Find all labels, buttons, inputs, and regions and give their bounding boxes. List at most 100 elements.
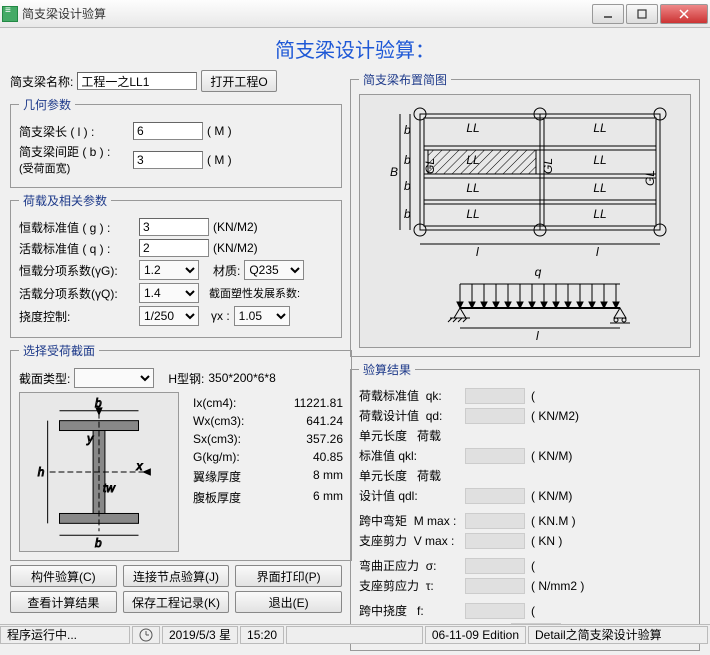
defl-select[interactable]: 1/250 xyxy=(139,306,199,326)
svg-text:l: l xyxy=(536,329,539,343)
svg-text:LL: LL xyxy=(593,181,606,195)
hsteel-label: H型钢: xyxy=(168,370,204,387)
qdl-value xyxy=(465,488,525,504)
tw-label: 腹板厚度 xyxy=(193,489,241,506)
qk-value xyxy=(465,388,525,404)
plastic-select[interactable]: 1.05 xyxy=(234,306,290,326)
beam-name-input[interactable] xyxy=(77,72,197,90)
svg-text:LL: LL xyxy=(593,121,606,135)
beam-layout-diagram: LL LL LL LL LL LL LL LL GL GL GL xyxy=(359,94,691,348)
status-detail: Detail之简支梁设计验算 xyxy=(528,626,708,644)
yq-label: 活载分项系数(γQ): xyxy=(19,285,135,302)
svg-text:LL: LL xyxy=(466,181,479,195)
qkl-value xyxy=(465,448,525,464)
window-title: 简支梁设计验算 xyxy=(22,5,590,22)
load-group: 荷载及相关参数 恒载标准值 ( g ) : (KN/M2) 活载标准值 ( q … xyxy=(10,192,342,338)
q-unit: (KN/M2) xyxy=(213,241,258,255)
svg-text:LL: LL xyxy=(466,153,479,167)
save-button[interactable]: 保存工程记录(K) xyxy=(123,591,230,613)
titlebar: 简支梁设计验算 xyxy=(0,0,710,28)
qd-value xyxy=(465,408,525,424)
beam-name-label: 简支梁名称: xyxy=(10,73,73,90)
layout-group: 简支梁布置简图 xyxy=(350,71,700,357)
result-group: 验算结果 荷载标准值 qk:( 荷载设计值 qd:( KN/M2) 单元长度 荷… xyxy=(350,361,700,651)
geometry-group: 几何参数 简支梁长 ( l ) : ( M ) 简支梁间距 ( b ) : (受… xyxy=(10,96,342,188)
yg-select[interactable]: 1.2 xyxy=(139,260,199,280)
status-edition: 06-11-09 Edition xyxy=(425,626,526,644)
statusbar: 程序运行中... 2019/5/3 星 15:20 06-11-09 Editi… xyxy=(0,624,710,644)
svg-text:b: b xyxy=(404,153,411,167)
wx-label: Wx(cm3): xyxy=(193,414,244,428)
plastic-label: 截面塑性发展系数: xyxy=(209,285,300,301)
geometry-legend: 几何参数 xyxy=(19,96,75,113)
section-group: 选择受荷截面 截面类型: H型钢: 350*200*6*8 xyxy=(10,342,352,561)
hsteel-value: 350*200*6*8 xyxy=(208,371,275,385)
spacing-label: 简支梁间距 ( b ) : xyxy=(19,145,110,159)
svg-text:tw: tw xyxy=(103,481,116,495)
section-diagram: b b h y x tw xyxy=(19,392,179,552)
q-input[interactable] xyxy=(139,239,209,257)
svg-text:l: l xyxy=(596,245,599,259)
svg-text:LL: LL xyxy=(593,207,606,221)
svg-text:b: b xyxy=(404,207,411,221)
print-button[interactable]: 界面打印(P) xyxy=(235,565,342,587)
maximize-button[interactable] xyxy=(626,4,658,24)
gm-label: G(kg/m): xyxy=(193,450,240,464)
load-legend: 荷载及相关参数 xyxy=(19,192,111,209)
gm-value: 40.85 xyxy=(313,450,343,464)
spacing-input[interactable] xyxy=(133,151,203,169)
status-date: 2019/5/3 星 xyxy=(162,626,238,644)
g-label: 恒载标准值 ( g ) : xyxy=(19,219,135,236)
result-legend: 验算结果 xyxy=(359,361,415,378)
q-label: 活载标准值 ( q ) : xyxy=(19,240,135,257)
svg-text:b: b xyxy=(95,536,102,550)
calc-member-button[interactable]: 构件验算(C) xyxy=(10,565,117,587)
tf-label: 翼缘厚度 xyxy=(193,468,241,485)
svg-text:GL: GL xyxy=(643,170,657,186)
svg-text:h: h xyxy=(38,465,45,479)
defl-value xyxy=(465,603,525,619)
svg-text:b: b xyxy=(404,179,411,193)
sigma-value xyxy=(465,558,525,574)
sx-value: 357.26 xyxy=(306,432,343,446)
mmax-value xyxy=(465,513,525,529)
yg-label: 恒载分项系数(γG): xyxy=(19,262,135,279)
tw-value: 6 xyxy=(313,489,320,503)
close-button[interactable] xyxy=(660,4,708,24)
material-select[interactable]: Q235 xyxy=(244,260,304,280)
sx-label: Sx(cm3): xyxy=(193,432,241,446)
svg-text:LL: LL xyxy=(466,121,479,135)
status-time: 15:20 xyxy=(240,626,284,644)
span-input[interactable] xyxy=(133,122,203,140)
material-label: 材质: xyxy=(213,262,240,279)
ix-label: Ix(cm4): xyxy=(193,396,236,410)
wx-value: 641.24 xyxy=(306,414,343,428)
section-type-select[interactable] xyxy=(74,368,154,388)
section-type-label: 截面类型: xyxy=(19,370,70,387)
spacing-unit: ( M ) xyxy=(207,153,232,167)
g-input[interactable] xyxy=(139,218,209,236)
section-legend: 选择受荷截面 xyxy=(19,342,99,359)
defl-label: 挠度控制: xyxy=(19,308,135,325)
svg-text:x: x xyxy=(136,459,144,473)
svg-text:l: l xyxy=(476,245,479,259)
svg-text:B: B xyxy=(390,165,398,179)
svg-text:b: b xyxy=(404,123,411,137)
svg-text:LL: LL xyxy=(593,153,606,167)
exit-button[interactable]: 退出(E) xyxy=(235,591,342,613)
yq-select[interactable]: 1.4 xyxy=(139,283,199,303)
layout-legend: 简支梁布置简图 xyxy=(359,71,451,88)
svg-text:y: y xyxy=(86,431,94,445)
minimize-button[interactable] xyxy=(592,4,624,24)
tf-value: 8 xyxy=(313,468,320,482)
view-result-button[interactable]: 查看计算结果 xyxy=(10,591,117,613)
vmax-value xyxy=(465,533,525,549)
tau-value xyxy=(465,578,525,594)
page-title: 简支梁设计验算： xyxy=(10,34,700,63)
calc-joint-button[interactable]: 连接节点验算(J) xyxy=(123,565,230,587)
span-unit: ( M ) xyxy=(207,124,232,138)
clock-icon xyxy=(132,626,160,644)
open-project-button[interactable]: 打开工程O xyxy=(201,70,276,92)
spacing-note: (受荷面宽) xyxy=(19,163,70,175)
app-icon xyxy=(2,6,18,22)
